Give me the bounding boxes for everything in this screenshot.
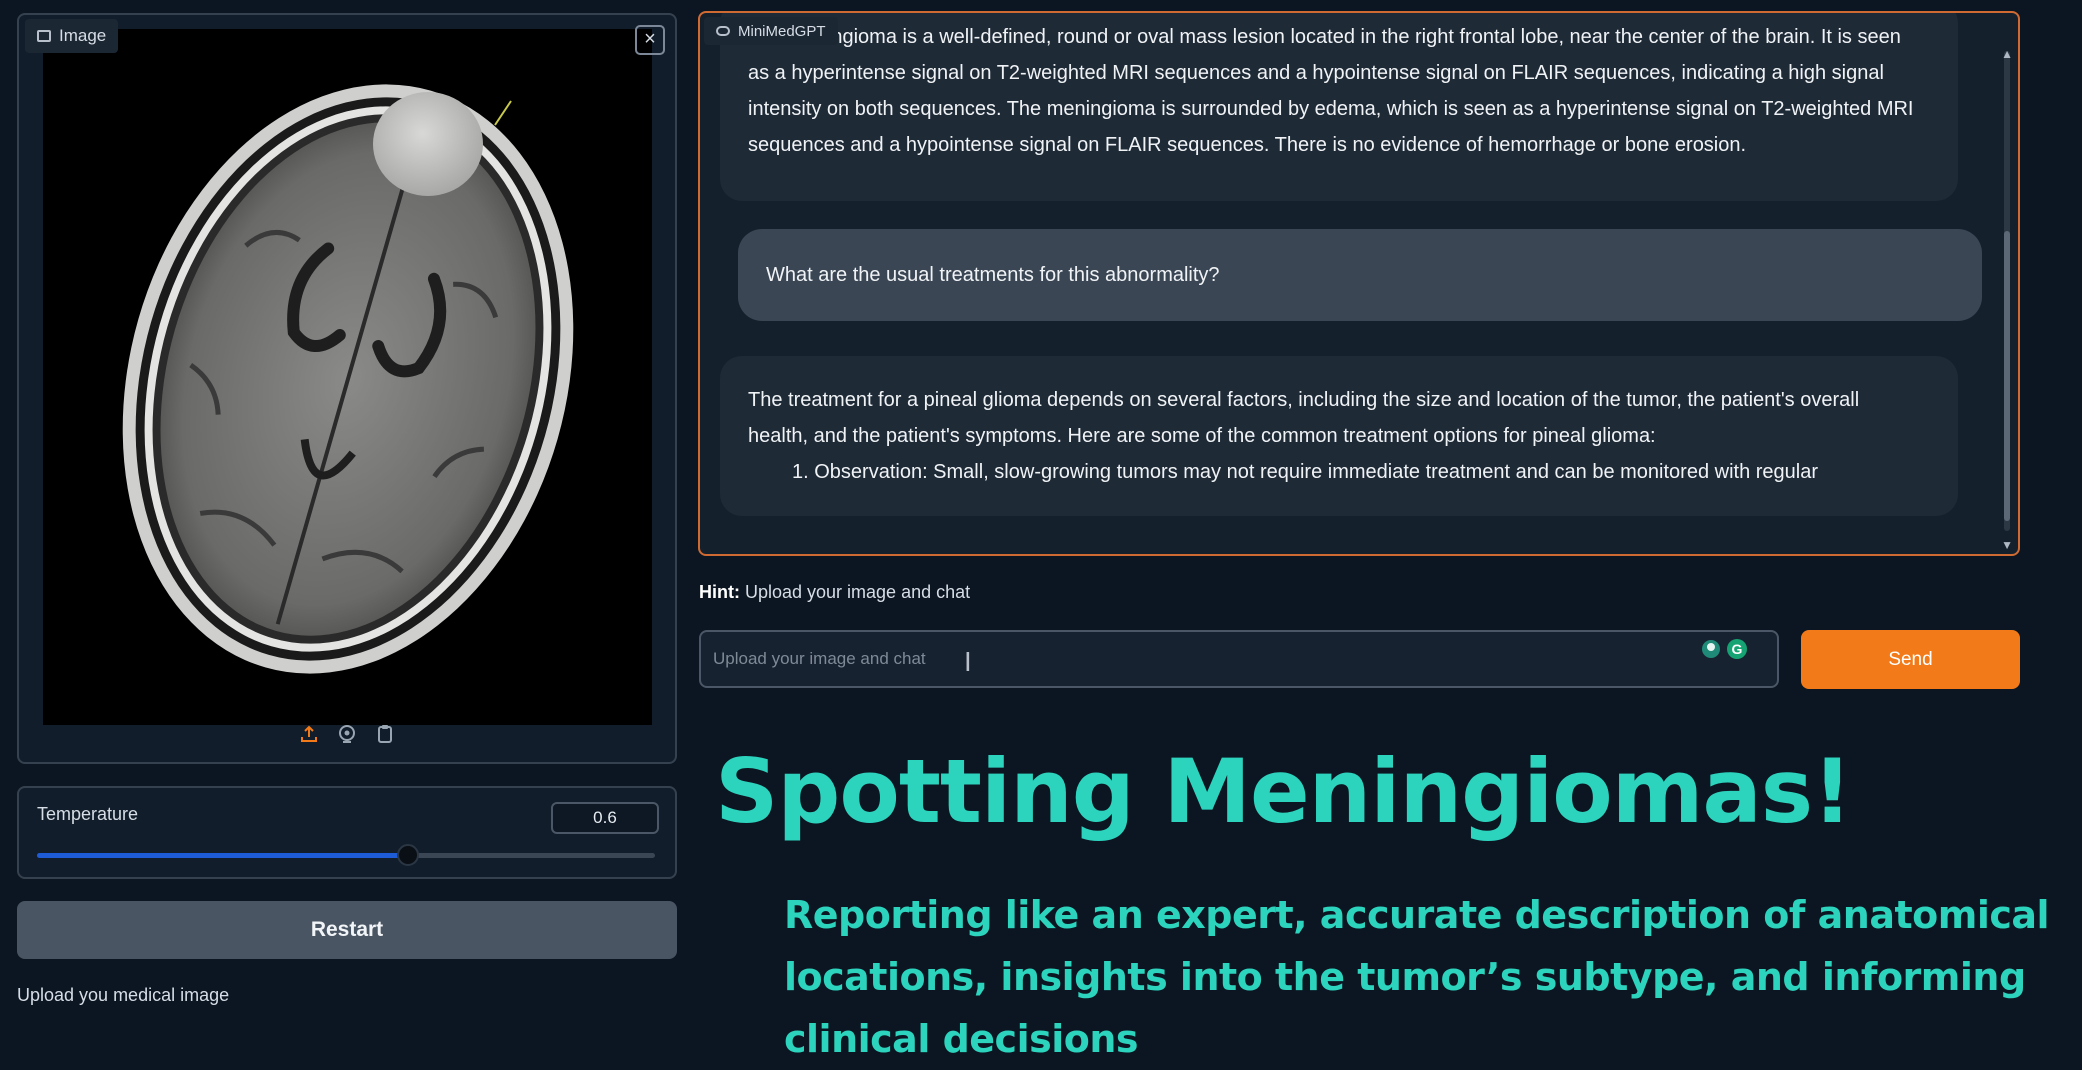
- image-label: Image: [59, 26, 107, 45]
- chat-icon: [716, 26, 730, 36]
- chat-input[interactable]: [699, 630, 1779, 688]
- assistant-message: The treatment for a pineal glioma depend…: [720, 356, 1958, 516]
- image-source-toolbar: [19, 722, 675, 752]
- browser-extension-icons: G: [1700, 638, 1748, 660]
- hint-prefix: Hint:: [699, 582, 740, 602]
- temperature-value-input[interactable]: 0.6: [551, 802, 659, 834]
- chat-scrollbar[interactable]: [2004, 51, 2010, 531]
- chatbot-label-tag: MiniMedGPT: [704, 17, 838, 45]
- mri-scan-drawing: [122, 84, 574, 674]
- clipboard-icon[interactable]: [373, 722, 397, 746]
- user-message: What are the usual treatments for this a…: [738, 229, 1982, 321]
- chat-scrollbar-thumb[interactable]: [2004, 231, 2010, 521]
- grammarly-icon[interactable]: G: [1726, 638, 1748, 660]
- hint-text: Hint: Upload your image and chat: [699, 582, 970, 603]
- chatbot-label: MiniMedGPT: [738, 22, 826, 40]
- close-icon[interactable]: ×: [635, 25, 665, 55]
- temperature-slider-fill: [37, 853, 408, 858]
- message-line: as a hyperintense signal on T2-weighted …: [748, 62, 1884, 84]
- message-line: The meningioma is a well-defined, round …: [748, 26, 1901, 48]
- caption-subtitle: Reporting like an expert, accurate descr…: [784, 893, 2050, 1061]
- image-label-tag: Image: [25, 19, 119, 53]
- upload-note: Upload you medical image: [17, 985, 230, 1005]
- restart-button[interactable]: Restart: [17, 901, 677, 959]
- message-line: sequences and a hypointense signal on FL…: [748, 134, 1747, 156]
- image-panel: Image ×: [17, 13, 677, 764]
- hint-body: Upload your image and chat: [739, 582, 971, 602]
- scroll-down-icon[interactable]: ▼: [2001, 538, 2013, 552]
- assistant-message: The meningioma is a well-defined, round …: [720, 13, 1958, 201]
- message-line: intensity on both sequences. The meningi…: [748, 98, 1914, 120]
- temperature-label: Temperature: [37, 804, 139, 824]
- chatbot-panel: The meningioma is a well-defined, round …: [698, 11, 2020, 556]
- text-cursor-icon: I: [964, 648, 972, 678]
- message-line: health, and the patient's symptoms. Here…: [748, 425, 1656, 447]
- webcam-icon[interactable]: [335, 722, 359, 746]
- temperature-slider-handle[interactable]: [396, 844, 419, 866]
- message-list-item: 1. Observation: Small, slow-growing tumo…: [792, 461, 1819, 483]
- mri-scan-image[interactable]: [43, 29, 652, 725]
- svg-text:G: G: [1732, 641, 1743, 657]
- temperature-panel: Temperature 0.6: [17, 786, 677, 879]
- image-icon: [37, 30, 51, 42]
- caption-title: Spotting Meningiomas!: [715, 740, 1852, 843]
- extension-dot-icon[interactable]: [1700, 638, 1722, 660]
- temperature-slider[interactable]: [37, 844, 655, 866]
- message-line: The treatment for a pineal glioma depend…: [748, 389, 1860, 411]
- send-button[interactable]: Send: [1801, 630, 2020, 689]
- scroll-up-icon[interactable]: ▲: [2001, 47, 2013, 61]
- upload-icon[interactable]: [297, 722, 321, 746]
- message-line: What are the usual treatments for this a…: [766, 264, 1220, 286]
